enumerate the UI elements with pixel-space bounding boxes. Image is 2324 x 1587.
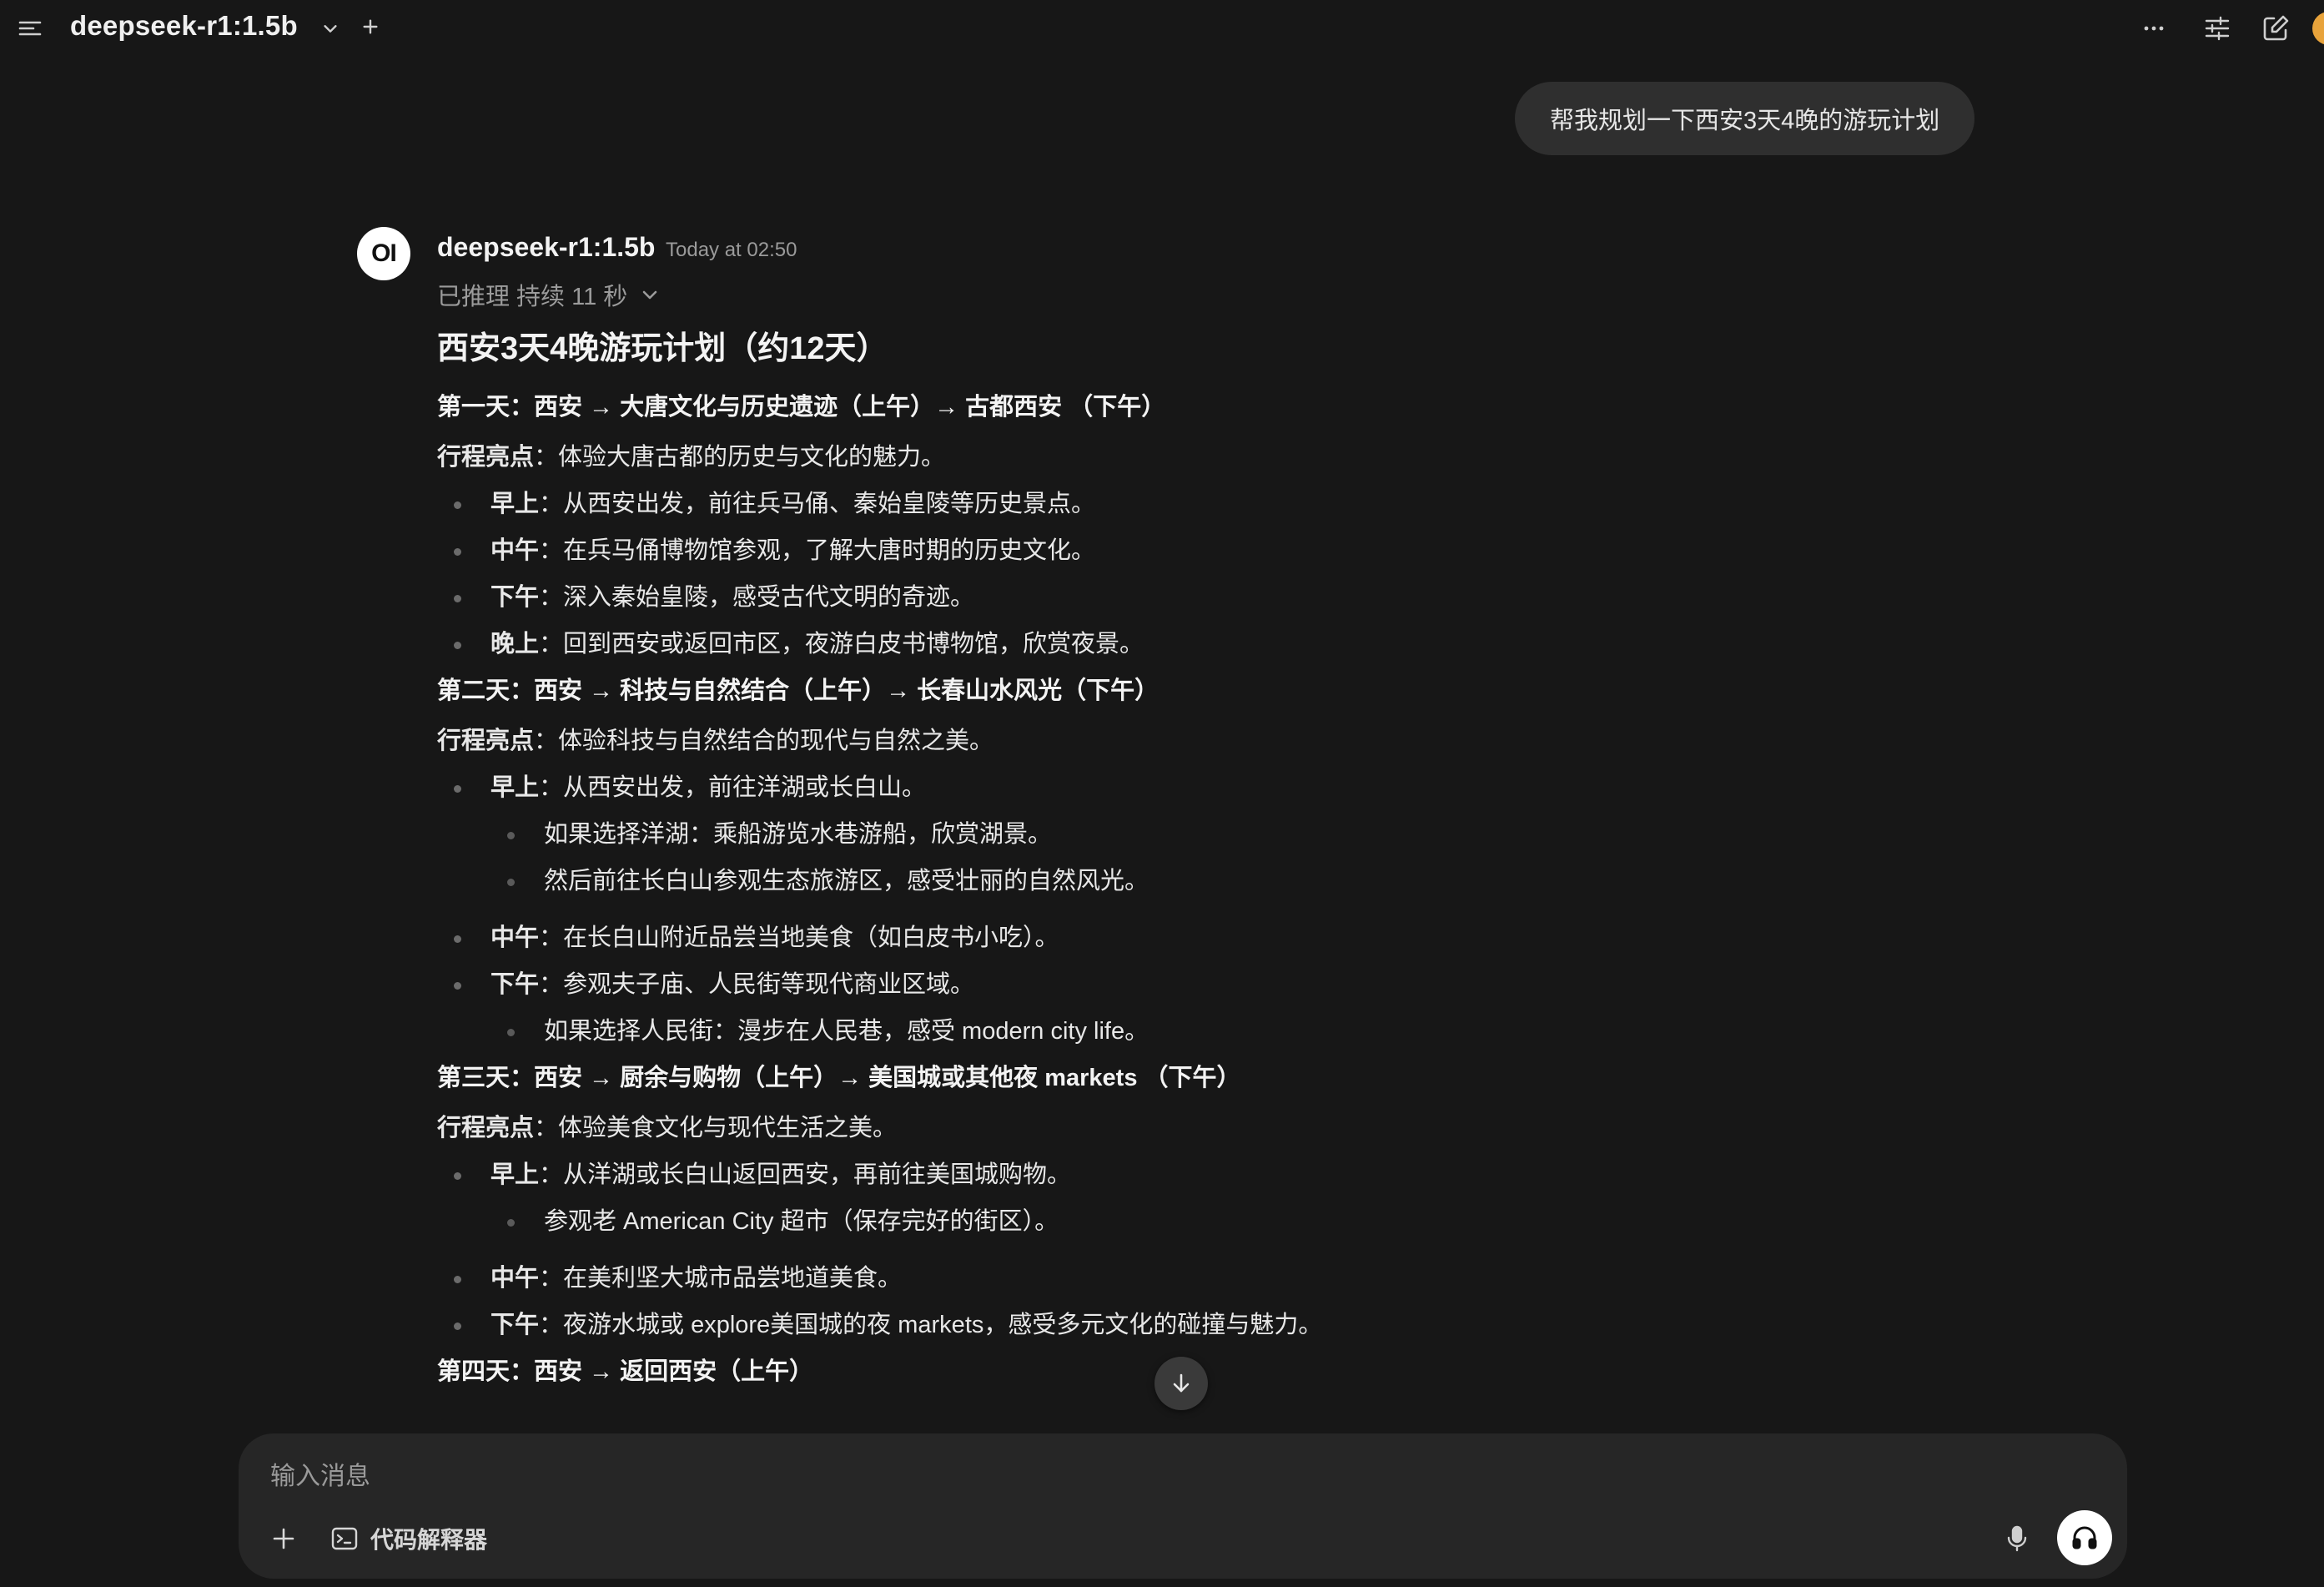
day-heading: 第三天：西安 → 厨余与购物（上午）→ 美国城或其他夜 markets （下午） [437, 1065, 1241, 1091]
ellipsis-icon[interactable] [2137, 12, 2171, 45]
sub-list-item: 然后前往长白山参观生态旅游区，感受壮丽的自然风光。 [490, 864, 2122, 898]
highlight-label: 行程亮点 [437, 1115, 535, 1141]
top-bar: deepseek-r1:1.5b [0, 0, 2324, 55]
highlight-text: ：体验科技与自然结合的现代与自然之美。 [534, 728, 994, 754]
terminal-icon [331, 1527, 358, 1550]
day-heading: 第一天：西安 → 大唐文化与历史遗迹（上午）→ 古都西安 （下午） [437, 394, 1166, 421]
time-label: 早上 [490, 774, 540, 801]
item-text: ：回到西安或返回市区，夜游白皮书博物馆，欣赏夜景。 [539, 631, 1144, 657]
day-heading: 第四天：西安 → 返回西安（上午） [437, 1358, 814, 1385]
highlight-label: 行程亮点 [437, 444, 535, 471]
item-text: ：从洋湖或长白山返回西安，再前往美国城购物。 [539, 1161, 1072, 1188]
message-timestamp: Today at 02:50 [666, 239, 797, 261]
time-label: 早上 [490, 491, 540, 517]
time-label: 中午 [490, 924, 540, 951]
item-text: ：在美利坚大城市品尝地道美食。 [539, 1265, 903, 1292]
add-model-plus-icon[interactable] [355, 12, 385, 42]
sub-list: 如果选择洋湖：乘船游览水巷游船，欣赏湖景。 然后前往长白山参观生态旅游区，感受壮… [490, 818, 2122, 898]
microphone-icon[interactable] [1999, 1520, 2035, 1557]
time-label: 中午 [490, 537, 540, 564]
day-schedule-list: 早上：从西安出发，前往兵马俑、秦始皇陵等历史景点。 中午：在兵马俑博物馆参观，了… [437, 487, 2122, 661]
time-label: 中午 [490, 1265, 540, 1292]
item-text: ：参观夫子庙、人民街等现代商业区域。 [539, 971, 975, 998]
time-label: 下午 [490, 971, 540, 998]
sub-list: 如果选择人民街：漫步在人民巷，感受 modern city life。 [490, 1015, 2122, 1048]
list-item: 晚上：回到西安或返回市区，夜游白皮书博物馆，欣赏夜景。 [437, 627, 2122, 661]
item-text: ：夜游水城或 explore美国城的夜 markets，感受多元文化的碰撞与魅力… [539, 1312, 1323, 1338]
day-highlight: 行程亮点：体验美食文化与现代生活之美。 [437, 1111, 2122, 1145]
time-label: 早上 [490, 1161, 540, 1188]
time-label: 下午 [490, 1312, 540, 1338]
item-text: ：在长白山附近品尝当地美食（如白皮书小吃）。 [539, 924, 1059, 951]
scroll-to-bottom-button[interactable] [1154, 1357, 1208, 1410]
highlight-text: ：体验美食文化与现代生活之美。 [534, 1115, 898, 1141]
edit-icon[interactable] [2257, 10, 2294, 47]
message-input[interactable] [269, 1457, 1854, 1497]
message-composer: 代码解释器 [239, 1433, 2127, 1579]
assistant-message-content: 西安3天4晚游玩计划（约12天） 第一天：西安 → 大唐文化与历史遗迹（上午）→… [437, 327, 2122, 1405]
time-label: 晚上 [490, 631, 540, 657]
code-interpreter-button[interactable]: 代码解释器 [330, 1520, 487, 1557]
item-text: ：深入秦始皇陵，感受古代文明的奇迹。 [539, 584, 975, 611]
list-item: 下午：夜游水城或 explore美国城的夜 markets，感受多元文化的碰撞与… [437, 1308, 2122, 1342]
user-message-bubble: 帮我规划一下西安3天4晚的游玩计划 [1515, 82, 1975, 155]
day-schedule-list: 早上：从洋湖或长白山返回西安，再前往美国城购物。 参观老 American Ci… [437, 1158, 2122, 1342]
assistant-logo: OI [357, 227, 410, 280]
highlight-text: ：体验大唐古都的历史与文化的魅力。 [534, 444, 946, 471]
code-interpreter-label: 代码解释器 [370, 1527, 488, 1553]
highlight-label: 行程亮点 [437, 728, 535, 754]
time-label: 下午 [490, 584, 540, 611]
list-item: 中午：在长白山附近品尝当地美食（如白皮书小吃）。 [437, 921, 2122, 955]
sub-list: 参观老 American City 超市（保存完好的街区）。 [490, 1205, 2122, 1238]
sliders-icon[interactable] [2199, 10, 2236, 47]
list-item: 早上：从西安出发，前往兵马俑、秦始皇陵等历史景点。 [437, 487, 2122, 521]
day-highlight: 行程亮点：体验大唐古都的历史与文化的魅力。 [437, 441, 2122, 474]
chevron-down-icon [637, 282, 662, 307]
item-text: ：从西安出发，前往兵马俑、秦始皇陵等历史景点。 [539, 491, 1096, 517]
menu-icon[interactable] [13, 12, 47, 45]
list-item: 早上：从洋湖或长白山返回西安，再前往美国城购物。 参观老 American Ci… [437, 1158, 2122, 1238]
list-item: 早上：从西安出发，前往洋湖或长白山。 如果选择洋湖：乘船游览水巷游船，欣赏湖景。… [437, 771, 2122, 898]
item-text: ：在兵马俑博物馆参观，了解大唐时期的历史文化。 [539, 537, 1096, 564]
user-avatar[interactable] [2312, 12, 2324, 45]
list-item: 下午：深入秦始皇陵，感受古代文明的奇迹。 [437, 581, 2122, 614]
reasoning-toggle[interactable]: 已推理 持续 11 秒 [437, 277, 662, 312]
plus-icon[interactable] [264, 1519, 304, 1559]
reasoning-label: 已推理 持续 11 秒 [437, 284, 628, 310]
voice-mode-button[interactable] [2057, 1510, 2112, 1565]
list-item: 中午：在兵马俑博物馆参观，了解大唐时期的历史文化。 [437, 534, 2122, 567]
plan-title: 西安3天4晚游玩计划（约12天） [437, 331, 888, 366]
list-item: 下午：参观夫子庙、人民街等现代商业区域。 如果选择人民街：漫步在人民巷，感受 m… [437, 968, 2122, 1048]
chevron-down-icon[interactable] [315, 13, 345, 43]
day-schedule-list: 早上：从西安出发，前往洋湖或长白山。 如果选择洋湖：乘船游览水巷游船，欣赏湖景。… [437, 771, 2122, 1048]
day-heading: 第二天：西安 → 科技与自然结合（上午）→ 长春山水风光（下午） [437, 678, 1159, 704]
day-highlight: 行程亮点：体验科技与自然结合的现代与自然之美。 [437, 724, 2122, 758]
headphones-icon [2072, 1526, 2097, 1549]
assistant-name: deepseek-r1:1.5b [437, 232, 656, 262]
sub-list-item: 如果选择人民街：漫步在人民巷，感受 modern city life。 [490, 1015, 2122, 1048]
sub-list-item: 如果选择洋湖：乘船游览水巷游船，欣赏湖景。 [490, 818, 2122, 851]
list-item: 中午：在美利坚大城市品尝地道美食。 [437, 1262, 2122, 1295]
arrow-down-icon [1173, 1373, 1190, 1393]
item-text: ：从西安出发，前往洋湖或长白山。 [539, 774, 927, 801]
model-selector-label[interactable]: deepseek-r1:1.5b [70, 10, 298, 42]
sub-list-item: 参观老 American City 超市（保存完好的街区）。 [490, 1205, 2122, 1238]
